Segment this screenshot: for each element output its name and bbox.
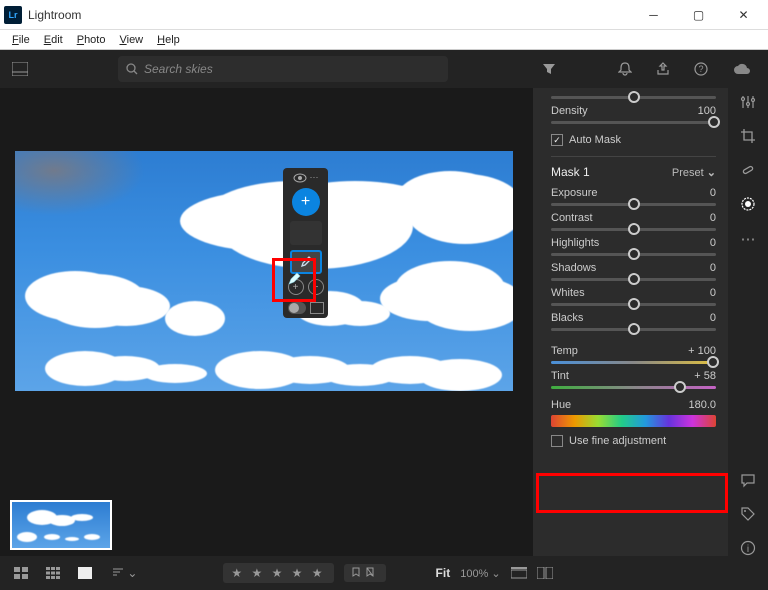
layout-icon-2[interactable] — [537, 567, 553, 579]
cloud-icon[interactable] — [724, 58, 760, 80]
healing-icon[interactable] — [740, 162, 756, 178]
search-icon — [126, 63, 138, 75]
maximize-button[interactable]: ▢ — [676, 0, 721, 30]
highlight-tint-slider — [536, 473, 728, 513]
app-logo-icon: Lr — [4, 6, 22, 24]
density-label: Density — [551, 105, 588, 117]
top-slider[interactable] — [551, 96, 716, 99]
contrast-value: 0 — [710, 212, 716, 224]
blacks-value: 0 — [710, 312, 716, 324]
whites-label: Whites — [551, 287, 585, 299]
temp-label: Temp — [551, 345, 578, 357]
fine-adjustment-label: Use fine adjustment — [569, 435, 666, 447]
svg-text:?: ? — [698, 64, 703, 74]
contrast-label: Contrast — [551, 212, 593, 224]
mask-visibility-toggle[interactable]: ⋯ — [293, 172, 319, 183]
adjust-sliders-icon[interactable] — [740, 94, 756, 110]
mask-overlay-toggle[interactable] — [288, 302, 306, 314]
hue-label: Hue — [551, 399, 571, 411]
crop-icon[interactable] — [740, 128, 756, 144]
density-slider[interactable] — [551, 121, 716, 124]
hue-value: 180.0 — [688, 399, 716, 411]
exposure-slider[interactable] — [551, 203, 716, 206]
exposure-value: 0 — [710, 187, 716, 199]
brush-smudge — [15, 151, 145, 216]
tint-slider[interactable] — [551, 386, 716, 389]
highlights-slider[interactable] — [551, 253, 716, 256]
tint-value: + 58 — [694, 370, 716, 382]
top-toolbar: Search skies ? — [0, 50, 768, 88]
brush-cursor-icon — [284, 269, 304, 289]
menu-help[interactable]: Help — [151, 32, 186, 48]
layout-icon-1[interactable] — [511, 567, 527, 579]
help-top-icon[interactable]: ? — [686, 58, 716, 80]
search-placeholder: Search skies — [144, 62, 213, 76]
blacks-label: Blacks — [551, 312, 583, 324]
masking-icon[interactable] — [740, 196, 756, 212]
blacks-slider[interactable] — [551, 328, 716, 331]
info-icon[interactable]: i — [740, 540, 756, 556]
menu-edit[interactable]: Edit — [38, 32, 69, 48]
close-button[interactable]: ✕ — [721, 0, 766, 30]
contrast-slider[interactable] — [551, 228, 716, 231]
minimize-button[interactable]: ─ — [631, 0, 676, 30]
mask-thumbnail-1[interactable] — [290, 221, 322, 245]
highlights-label: Highlights — [551, 237, 599, 249]
view-single-icon[interactable] — [74, 564, 96, 582]
whites-slider[interactable] — [551, 303, 716, 306]
view-grid-small-icon[interactable] — [10, 564, 32, 582]
add-mask-button[interactable]: + — [292, 188, 320, 216]
whites-value: 0 — [710, 287, 716, 299]
shadows-label: Shadows — [551, 262, 596, 274]
auto-mask-checkbox[interactable]: ✓ — [551, 134, 563, 146]
window-titlebar: Lr Lightroom ─ ▢ ✕ — [0, 0, 768, 30]
right-tool-strip: ⋯ i — [728, 88, 768, 556]
temp-slider[interactable] — [551, 361, 716, 364]
zoom-dropdown[interactable]: 100% ⌄ — [460, 567, 500, 580]
menu-photo[interactable]: Photo — [71, 32, 112, 48]
canvas-area[interactable]: ⋯ + + − — [0, 88, 533, 556]
share-icon[interactable] — [648, 58, 678, 80]
search-input[interactable]: Search skies — [118, 56, 448, 82]
fit-button[interactable]: Fit — [436, 566, 451, 580]
highlights-value: 0 — [710, 237, 716, 249]
menu-file[interactable]: File — [6, 32, 36, 48]
sort-dropdown[interactable]: ⌄ — [106, 563, 143, 583]
rating-stars[interactable]: ★ ★ ★ ★ ★ — [223, 563, 333, 583]
comments-icon[interactable] — [740, 472, 756, 488]
fine-adjustment-checkbox[interactable] — [551, 435, 563, 447]
shadows-value: 0 — [710, 262, 716, 274]
tag-icon[interactable] — [740, 506, 756, 522]
mask-overlay-mode-icon[interactable] — [310, 302, 324, 314]
svg-text:i: i — [747, 544, 749, 555]
flag-buttons[interactable] — [344, 564, 386, 582]
edited-photo[interactable] — [15, 151, 513, 391]
window-title: Lightroom — [28, 8, 631, 22]
shadows-slider[interactable] — [551, 278, 716, 281]
hue-slider[interactable] — [551, 415, 716, 427]
bell-icon[interactable] — [610, 58, 640, 80]
menu-bar: File Edit Photo View Help — [0, 30, 768, 50]
filmstrip-thumbnail[interactable] — [10, 500, 112, 550]
tint-label: Tint — [551, 370, 569, 382]
auto-mask-label: Auto Mask — [569, 134, 621, 146]
bottom-toolbar: ⌄ ★ ★ ★ ★ ★ Fit 100% ⌄ — [0, 556, 768, 590]
filter-icon[interactable] — [534, 58, 564, 80]
more-icon[interactable]: ⋯ — [741, 230, 756, 248]
mask-name[interactable]: Mask 1 — [551, 165, 590, 179]
view-grid-icon[interactable] — [42, 564, 64, 582]
menu-view[interactable]: View — [113, 32, 149, 48]
preset-dropdown[interactable]: Preset ⌄ — [672, 166, 716, 179]
photo-grid-icon[interactable] — [8, 58, 32, 80]
exposure-label: Exposure — [551, 187, 597, 199]
